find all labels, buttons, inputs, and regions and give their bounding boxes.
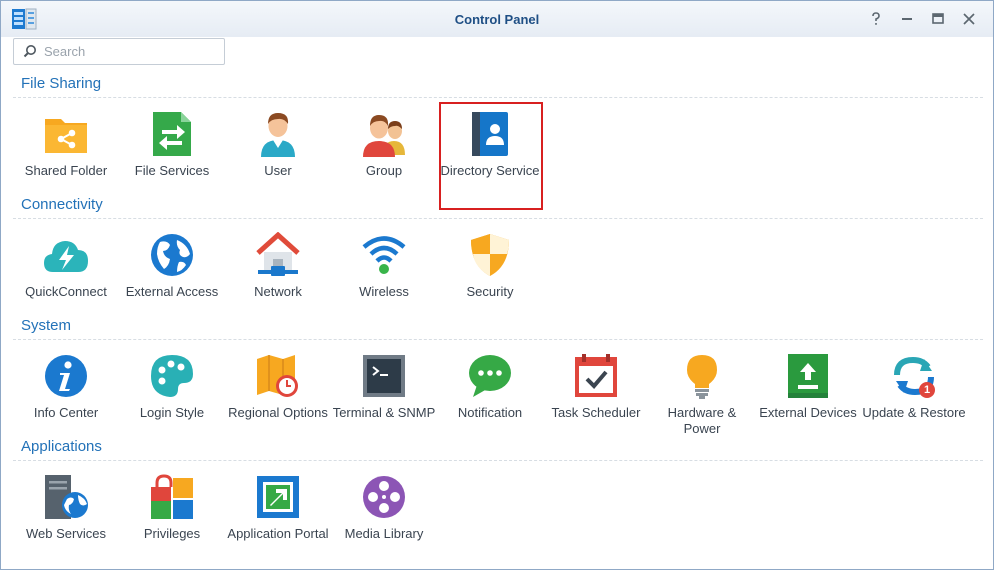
item-label: Update & Restore: [862, 405, 966, 420]
item-label: QuickConnect: [25, 284, 107, 299]
item-group[interactable]: Group: [331, 111, 437, 211]
item-application-portal[interactable]: Application Portal: [225, 474, 331, 569]
section-title-file-sharing: File Sharing: [21, 75, 102, 92]
item-label: Group: [365, 163, 403, 178]
item-label: External Devices: [759, 405, 857, 420]
item-external-access[interactable]: External Access: [119, 232, 225, 332]
window-title: Control Panel: [454, 12, 540, 27]
close-button[interactable]: [960, 10, 978, 28]
web-services-icon: [45, 475, 88, 519]
item-user[interactable]: User: [225, 111, 331, 211]
login-style-icon: [151, 355, 193, 397]
item-label: Web Services: [26, 526, 106, 541]
item-label: Media Library: [344, 526, 424, 541]
item-label: Network: [254, 284, 302, 299]
item-media-library[interactable]: Media Library: [331, 474, 437, 569]
item-label: External Access: [125, 284, 219, 299]
help-icon: [872, 12, 880, 25]
section-divider: [13, 218, 983, 219]
hardware-power-icon: [687, 355, 717, 399]
item-label: Terminal & SNMP: [332, 405, 436, 420]
item-label: Hardware & Power: [667, 405, 737, 436]
item-external-devices[interactable]: External Devices: [755, 353, 861, 453]
media-library-icon: [363, 476, 405, 518]
shared-folder-icon: [45, 119, 87, 153]
item-label: Privileges: [143, 526, 201, 541]
item-network[interactable]: Network: [225, 232, 331, 332]
section-divider: [13, 97, 983, 98]
quickconnect-icon: [44, 241, 88, 272]
minimize-icon: [902, 18, 912, 20]
selection-highlight: [439, 102, 543, 210]
external-devices-icon: [788, 354, 828, 398]
help-button[interactable]: [867, 10, 885, 28]
item-privileges[interactable]: Privileges: [119, 474, 225, 569]
application-portal-icon: [257, 476, 299, 518]
item-label: Shared Folder: [24, 163, 108, 178]
item-web-services[interactable]: Web Services: [13, 474, 119, 569]
item-label: Application Portal: [227, 526, 329, 541]
item-terminal-snmp[interactable]: Terminal & SNMP: [331, 353, 437, 453]
item-label: File Services: [134, 163, 210, 178]
item-update-restore[interactable]: 1 Update & Restore: [861, 353, 967, 453]
item-file-services[interactable]: File Services: [119, 111, 225, 211]
item-label: Login Style: [139, 405, 205, 420]
search-input[interactable]: Search: [13, 38, 225, 65]
section-title-system: System: [21, 317, 72, 334]
item-regional-options[interactable]: Regional Options: [225, 353, 331, 453]
item-task-scheduler[interactable]: Task Scheduler: [543, 353, 649, 453]
terminal-snmp-icon: [363, 355, 405, 397]
item-label: Security: [466, 284, 514, 299]
section-divider: [13, 460, 983, 461]
security-icon: [471, 234, 509, 276]
search-icon: [23, 45, 36, 58]
item-notification[interactable]: Notification: [437, 353, 543, 453]
group-icon: [363, 115, 405, 157]
minimize-button[interactable]: [898, 10, 916, 28]
search-placeholder: Search: [44, 44, 86, 59]
update-count-badge: 1: [923, 384, 931, 396]
item-hardware-power[interactable]: Hardware & Power: [649, 353, 755, 453]
close-icon: [963, 13, 975, 25]
info-center-icon: [45, 355, 87, 397]
section-title-applications: Applications: [21, 438, 102, 455]
control-panel-window: Control Panel Search File Sharing Shared…: [0, 0, 994, 570]
section-divider: [13, 339, 983, 340]
item-wireless[interactable]: Wireless: [331, 232, 437, 332]
maximize-icon: [932, 13, 944, 24]
network-icon: [256, 232, 300, 276]
wireless-icon: [362, 236, 406, 274]
notification-icon: [469, 355, 511, 397]
title-bar: Control Panel: [1, 1, 993, 37]
section-title-connectivity: Connectivity: [21, 196, 103, 213]
item-label: User: [264, 163, 292, 178]
item-label: Wireless: [359, 284, 409, 299]
item-security[interactable]: Security: [437, 232, 543, 332]
item-label: Task Scheduler: [551, 405, 641, 420]
external-access-icon: [151, 234, 193, 276]
item-label: Info Center: [33, 405, 99, 420]
user-icon: [261, 113, 295, 157]
item-label: Notification: [457, 405, 523, 420]
item-label: Regional Options: [228, 405, 328, 420]
item-login-style[interactable]: Login Style: [119, 353, 225, 453]
privileges-icon: [151, 474, 193, 519]
maximize-button[interactable]: [929, 10, 947, 28]
task-scheduler-icon: [575, 354, 617, 397]
regional-options-icon: [257, 355, 298, 397]
file-services-icon: [153, 112, 191, 156]
